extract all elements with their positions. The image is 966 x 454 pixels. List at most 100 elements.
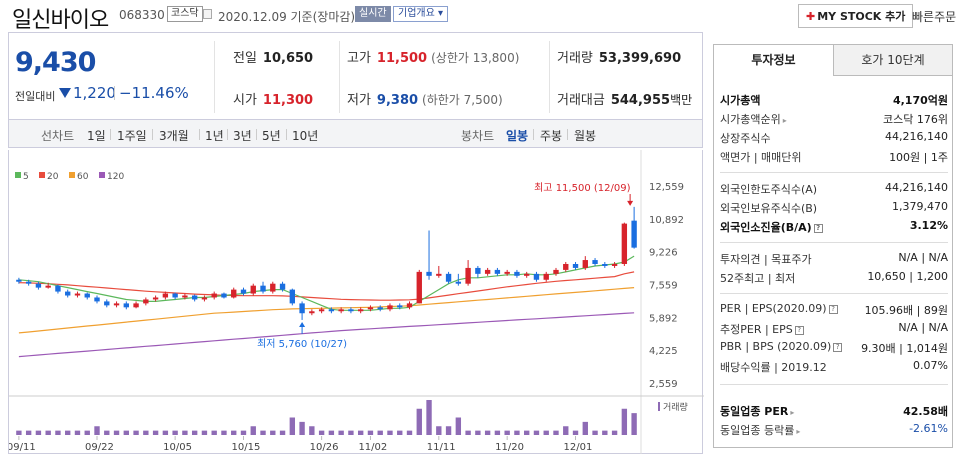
info-value: N/A | N/A (898, 321, 948, 334)
candle-body (299, 303, 305, 314)
volume-bar (84, 430, 90, 435)
divider (720, 172, 948, 173)
help-icon[interactable]: ? (833, 343, 843, 352)
candlestick-chart[interactable]: 5 20 60 120 12,559 10,892 9,226 7,559 5,892 4,225… (9, 150, 704, 454)
volume-bar (592, 430, 598, 435)
help-icon[interactable]: ? (813, 224, 823, 233)
market-badge: 코스닥 (167, 6, 203, 22)
prev-close: 전일 10,650 (233, 51, 314, 66)
candle-body (533, 273, 540, 280)
period-5y[interactable]: 5년 (262, 127, 281, 144)
change-percent: −11.46% (119, 84, 189, 102)
candle-body (416, 271, 422, 304)
volume-bar (533, 430, 540, 435)
y-tick-label: 9,226 (649, 248, 678, 259)
corp-overview-dropdown[interactable]: 기업개요 ▾ (393, 6, 448, 22)
info-key: 추정PER | EPS? (720, 321, 804, 337)
candle-daily[interactable]: 일봉 (506, 127, 528, 144)
chevron-right-icon[interactable]: ▸ (790, 408, 794, 417)
volume-bar (397, 430, 403, 435)
quick-order-link[interactable]: 빠른주문 (912, 8, 956, 25)
info-row: 시가총액 4,170억원 (720, 90, 948, 108)
info-row: 배당수익률 | 2019.12 0.07% (720, 357, 948, 375)
volume-bar (338, 430, 344, 435)
candle-body (611, 263, 618, 266)
divider (110, 129, 111, 140)
period-1w[interactable]: 1주일 (117, 127, 147, 144)
legend-label-ma120: 120 (107, 172, 124, 182)
candle-body (494, 269, 501, 274)
x-tick-label: 11/11 (427, 442, 456, 453)
candle-body (94, 297, 100, 302)
tab-invest-info[interactable]: 투자정보 (713, 44, 834, 76)
volume-bar (348, 430, 354, 435)
info-row: 추정PER | EPS? N/A | N/A (720, 319, 948, 337)
legend-label-ma5: 5 (23, 172, 29, 182)
volume-bar (231, 430, 237, 435)
volume-bar (240, 430, 247, 435)
info-row: 동일업종 PER ▸ 42.58배 (720, 401, 948, 419)
candle-body (289, 289, 296, 304)
invest-info-body: 시가총액 4,170억원 시가총액순위 ▸ 코스닥 176위 상장주식수 44,216,14… (713, 76, 953, 448)
volume-bar (367, 430, 374, 435)
mystock-add-button[interactable]: ✚ MY STOCK 추가 (798, 4, 914, 28)
period-10y[interactable]: 10년 (292, 127, 318, 144)
candle-body (621, 223, 628, 264)
period-1d[interactable]: 1일 (87, 127, 106, 144)
period-3m[interactable]: 3개월 (159, 127, 189, 144)
y-tick-label: 2,559 (649, 379, 678, 390)
y-tick-label: 7,559 (649, 281, 678, 292)
low-annotation: 최저 5,760 (10/27) (257, 338, 347, 350)
info-key: 외국인소진율(B/A)? (720, 219, 823, 235)
volume-bar (309, 426, 315, 435)
x-tick-label: 09/11 (9, 442, 36, 453)
volume-bar (504, 430, 510, 435)
volume-bar (211, 430, 217, 435)
high-arrow-head (627, 200, 634, 206)
price-chart[interactable]: 5 20 60 120 12,559 10,892 9,226 7,559 5,892 4,225… (8, 150, 704, 454)
help-icon[interactable]: ? (828, 305, 838, 314)
info-key: 52주최고 | 최저 (720, 272, 796, 285)
tab-orderbook[interactable]: 호가 10단계 (833, 44, 953, 76)
memo-icon[interactable] (203, 9, 212, 19)
info-value: 105.96배 | 89원 (864, 304, 948, 317)
volume-bar (191, 430, 198, 435)
stock-header: 일신바이오 068330 코스닥 2020.12.09 기준(장마감) 실시간 … (0, 0, 966, 33)
candle-body (367, 307, 374, 310)
chevron-right-icon[interactable]: ▸ (796, 427, 800, 436)
chart-toolbar: 선차트 1일 1주일 3개월 1년 3년 5년 10년 봉차트 일봉 주봉 월봉 (8, 120, 703, 148)
candle-monthly[interactable]: 월봉 (574, 127, 596, 144)
volume-bar (484, 430, 491, 435)
candle-body (152, 297, 159, 300)
candle-body (260, 285, 266, 292)
realtime-button[interactable]: 실시간 (355, 6, 391, 22)
candle-body (182, 295, 188, 298)
candle-weekly[interactable]: 주봉 (540, 127, 562, 144)
help-icon[interactable]: ? (794, 326, 804, 335)
volume-bar (74, 430, 81, 435)
info-row: PER | EPS(2020.09)? 105.96배 | 89원 (720, 300, 948, 318)
info-key: PER | EPS(2020.09)? (720, 302, 838, 315)
candle-body (309, 311, 315, 314)
candle-body (240, 289, 247, 294)
candle-body (631, 220, 637, 248)
volume-bar (201, 430, 208, 435)
candle-body (318, 309, 325, 312)
volume-bar (45, 430, 51, 435)
change-divider (114, 86, 115, 100)
info-value: 100원 | 1주 (889, 151, 948, 164)
candle-body (55, 285, 61, 292)
legend-swatch-ma20 (39, 172, 45, 178)
period-3y[interactable]: 3년 (233, 127, 252, 144)
volume-bar (514, 430, 520, 435)
chevron-right-icon[interactable]: ▸ (783, 116, 787, 125)
divider (152, 129, 153, 140)
volume-bar (553, 430, 559, 435)
info-row: 외국인소진율(B/A)? 3.12% (720, 217, 948, 235)
info-row: 투자의견 | 목표주가 N/A | N/A (720, 249, 948, 267)
candle-body (65, 291, 71, 296)
volume-bar (416, 408, 422, 435)
candle-body (572, 263, 579, 268)
candle-body (465, 267, 471, 284)
period-1y[interactable]: 1년 (205, 127, 224, 144)
